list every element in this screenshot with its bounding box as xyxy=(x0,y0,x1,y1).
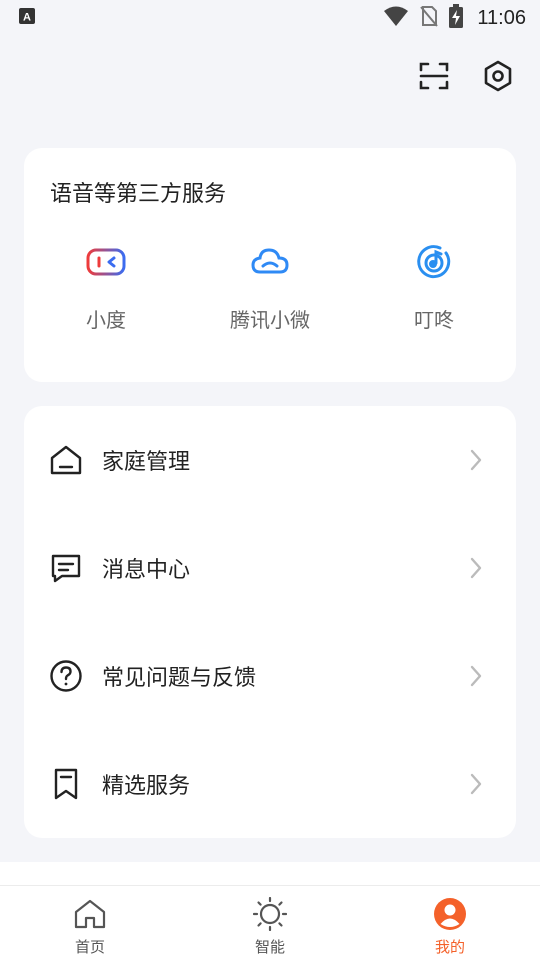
help-circle-icon xyxy=(48,658,84,694)
scan-icon[interactable] xyxy=(416,58,452,94)
battery-charging-icon xyxy=(449,3,464,33)
home-icon xyxy=(72,896,108,932)
nav-item-smart[interactable]: 智能 xyxy=(180,886,360,960)
bottom-spacer xyxy=(0,862,540,886)
menu-card: 家庭管理 消息中心 常见问题与反馈 精选服务 xyxy=(24,406,516,838)
nav-label: 智能 xyxy=(254,938,285,956)
voice-item-label: 小度 xyxy=(86,308,126,332)
voice-services-title: 语音等第三方服务 xyxy=(50,182,227,207)
menu-item-featured-services[interactable]: 精选服务 xyxy=(24,730,516,838)
voice-item-dingdong[interactable]: 叮咚 xyxy=(352,240,516,333)
sun-icon xyxy=(252,896,288,932)
voice-item-xiaodu[interactable]: 小度 xyxy=(24,240,188,333)
nav-item-home[interactable]: 首页 xyxy=(0,886,180,960)
xiaodu-icon xyxy=(84,240,128,284)
status-time: 11:06 xyxy=(477,6,526,29)
tencent-xiaowei-icon xyxy=(248,240,292,284)
status-left: A xyxy=(18,7,36,30)
svg-text:A: A xyxy=(23,11,31,23)
voice-item-label: 叮咚 xyxy=(414,308,454,332)
voice-item-label: 腾讯小微 xyxy=(230,308,310,332)
nav-label: 首页 xyxy=(74,938,105,956)
settings-icon[interactable] xyxy=(480,58,516,94)
message-icon xyxy=(48,550,84,586)
wifi-icon xyxy=(383,5,409,32)
nav-label: 我的 xyxy=(434,938,465,956)
status-bar: A 11:06 xyxy=(0,0,540,36)
menu-item-label: 精选服务 xyxy=(102,774,191,799)
chevron-right-icon xyxy=(466,772,486,796)
a-badge-icon: A xyxy=(18,7,36,30)
menu-item-label: 常见问题与反馈 xyxy=(102,666,257,691)
home-outline-icon xyxy=(48,442,84,478)
voice-item-tencent-xiaowei[interactable]: 腾讯小微 xyxy=(188,240,352,333)
menu-item-faq-feedback[interactable]: 常见问题与反馈 xyxy=(24,622,516,730)
user-icon xyxy=(432,896,468,932)
status-right: 11:06 xyxy=(383,3,526,33)
top-actions xyxy=(416,58,516,94)
voice-services-list: 小度 腾讯小微 叮咚 xyxy=(24,240,516,333)
no-sim-icon xyxy=(419,5,439,32)
bookmark-icon xyxy=(48,766,84,802)
menu-item-family-management[interactable]: 家庭管理 xyxy=(24,406,516,514)
nav-item-mine[interactable]: 我的 xyxy=(360,886,540,960)
menu-item-message-center[interactable]: 消息中心 xyxy=(24,514,516,622)
chevron-right-icon xyxy=(466,448,486,472)
menu-item-label: 消息中心 xyxy=(102,558,191,583)
chevron-right-icon xyxy=(466,556,486,580)
bottom-nav: 首页 智能 我的 xyxy=(0,885,540,960)
chevron-right-icon xyxy=(466,664,486,688)
menu-item-label: 家庭管理 xyxy=(102,450,191,475)
voice-services-card: 语音等第三方服务 小度 腾讯小微 叮咚 xyxy=(24,148,516,382)
dingdong-icon xyxy=(412,240,456,284)
